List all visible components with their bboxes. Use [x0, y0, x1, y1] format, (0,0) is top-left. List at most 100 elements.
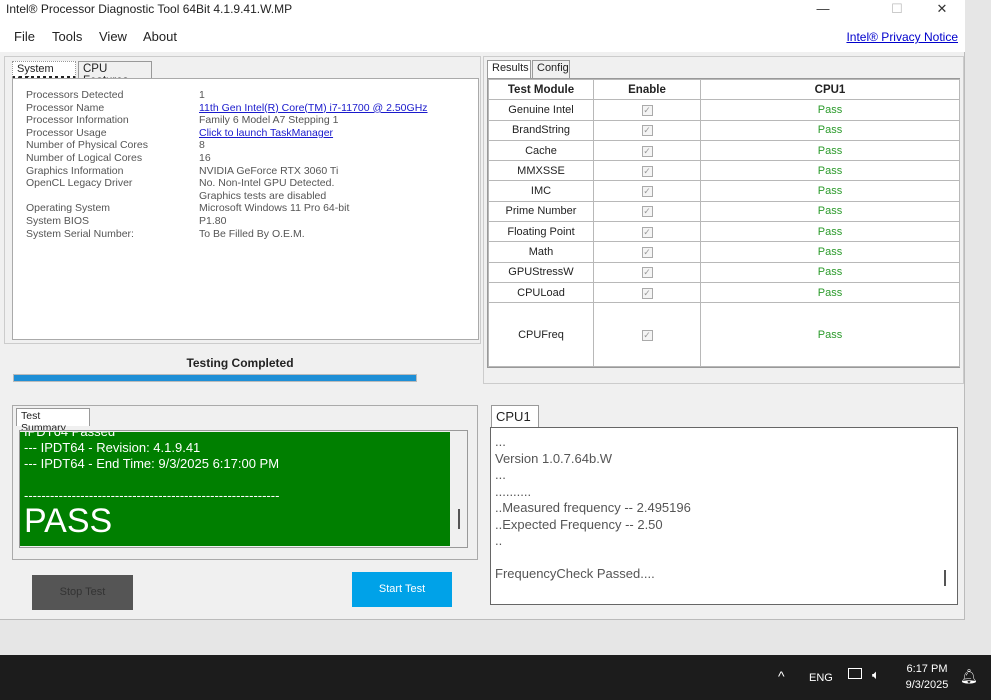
menu-bar: File Tools View About Intel® Privacy Not…: [0, 20, 965, 52]
menu-view[interactable]: View: [99, 29, 127, 44]
speaker-icon[interactable]: 🔈︎: [872, 667, 880, 683]
table-row: IMC ✓ Pass: [488, 180, 960, 202]
enable-checkbox[interactable]: ✓: [641, 206, 653, 218]
progress-bar: [13, 374, 417, 382]
app-window: Intel® Processor Diagnostic Tool 64Bit 4…: [0, 0, 965, 620]
menu-tools[interactable]: Tools: [52, 29, 82, 44]
enable-checkbox[interactable]: ✓: [641, 125, 653, 137]
enable-checkbox-cell[interactable]: ✓: [593, 139, 701, 162]
info-value: NVIDIA GeForce RTX 3060 Ti: [199, 164, 339, 177]
info-value: Microsoft Windows 11 Pro 64-bit: [199, 202, 350, 215]
tab-system-info[interactable]: System Info: [12, 61, 76, 87]
summary-output: IPDT64 Passed--- IPDT64 - Revision: 4.1.…: [20, 432, 450, 546]
test-module-cell: Floating Point: [488, 221, 594, 243]
info-value: 1: [199, 89, 205, 101]
clock-date[interactable]: 9/3/2025: [902, 679, 952, 691]
info-value: To Be Filled By O.E.M.: [199, 227, 305, 240]
summary-line: --- IPDT64 - End Time: 9/3/2025 6:17:00 …: [24, 456, 280, 471]
network-icon[interactable]: [848, 668, 862, 679]
close-button[interactable]: ✕: [919, 0, 965, 20]
info-label: Graphics Information: [26, 164, 124, 177]
test-module-cell: Genuine Intel: [488, 99, 594, 121]
info-link[interactable]: 11th Gen Intel(R) Core(TM) i7-11700 @ 2.…: [199, 102, 428, 115]
cpu1-log: ... Version 1.0.7.64b.W............. ..Mea…: [490, 427, 958, 605]
info-label: Processor Name: [26, 101, 105, 114]
table-row: GPUStressW ✓ Pass: [488, 261, 960, 283]
enable-checkbox[interactable]: ✓: [641, 186, 653, 198]
cpu1-result-cell: Pass: [700, 221, 960, 243]
cpu1-result-cell: Pass: [700, 261, 960, 283]
start-test-button[interactable]: Start Test: [352, 572, 452, 607]
table-row: Cache ✓ Pass: [488, 139, 960, 162]
info-value: 8: [199, 139, 205, 152]
log-line: ..........: [495, 483, 532, 499]
cpu1-result-cell: Pass: [700, 99, 960, 121]
tab-cpu-features[interactable]: CPU Features: [78, 61, 152, 87]
log-line: ..Expected Frequency -- 2.50: [495, 516, 663, 532]
log-line: Version 1.0.7.64b.W: [495, 450, 613, 466]
cpu1-result-cell: Pass: [700, 281, 960, 304]
test-module-cell: CPUFreq: [488, 302, 594, 368]
column-header-test-module: Test Module: [488, 78, 594, 101]
test-module-cell: GPUStressW: [488, 261, 594, 283]
menu-about[interactable]: About: [143, 29, 177, 44]
enable-checkbox-cell[interactable]: ✓: [593, 160, 701, 182]
enable-checkbox[interactable]: ✓: [641, 267, 653, 279]
table-row: Floating Point ✓ Pass: [488, 221, 960, 243]
tab-test-summary[interactable]: Test Summary: [16, 408, 90, 434]
enable-checkbox[interactable]: ✓: [641, 104, 653, 116]
test-module-cell: Math: [488, 241, 594, 263]
privacy-notice-link[interactable]: Intel® Privacy Notice: [846, 30, 958, 44]
enable-checkbox[interactable]: ✓: [641, 287, 653, 299]
enable-checkbox-cell[interactable]: ✓: [593, 119, 701, 141]
enable-checkbox-cell[interactable]: ✓: [593, 241, 701, 263]
cpu1-result-cell: Pass: [700, 241, 960, 263]
test-module-cell: IMC: [488, 180, 594, 202]
menu-file[interactable]: File: [14, 29, 35, 44]
info-label: System BIOS: [26, 215, 90, 227]
cpu1-result-cell: Pass: [700, 160, 960, 182]
info-label: OpenCL Legacy Driver: [26, 177, 133, 190]
summary-line: --- IPDT64 - Revision: 4.1.9.41: [24, 440, 201, 455]
enable-checkbox[interactable]: ✓: [641, 247, 653, 259]
enable-checkbox-cell[interactable]: ✓: [593, 99, 701, 121]
tab-cpu1[interactable]: CPU1: [491, 405, 539, 427]
info-value: P1.80: [199, 215, 227, 227]
enable-checkbox-cell[interactable]: ✓: [593, 261, 701, 283]
test-module-cell: Cache: [488, 139, 594, 162]
clock-time[interactable]: 6:17 PM: [904, 663, 950, 675]
result-pass: PASS: [24, 502, 113, 540]
results-grid: Test Module Enable CPU1 Genuine Intel ✓ Pa…: [487, 78, 960, 368]
enable-checkbox[interactable]: ✓: [641, 329, 653, 341]
enable-checkbox-cell[interactable]: ✓: [593, 180, 701, 202]
info-label: Number of Logical Cores: [26, 152, 143, 164]
cpu1-result-cell: Pass: [700, 180, 960, 202]
enable-checkbox-cell[interactable]: ✓: [593, 200, 701, 223]
log-scrollbar[interactable]: [944, 570, 946, 586]
minimize-button[interactable]: —: [800, 0, 846, 20]
info-label: Number of Physical Cores: [26, 139, 148, 152]
enable-checkbox-cell[interactable]: ✓: [593, 281, 701, 304]
language-indicator[interactable]: ENG: [809, 672, 833, 684]
enable-checkbox-cell[interactable]: ✓: [593, 221, 701, 243]
enable-checkbox[interactable]: ✓: [641, 145, 653, 157]
info-value: Graphics tests are disabled: [199, 189, 327, 202]
maximize-button[interactable]: ☐: [874, 0, 920, 20]
summary-scrollbar[interactable]: [458, 509, 460, 529]
column-header-enable: Enable: [593, 78, 701, 101]
info-label: Processors Detected: [26, 89, 124, 101]
enable-checkbox-cell[interactable]: ✓: [593, 302, 701, 368]
show-hidden-icons-chevron-icon[interactable]: ^: [778, 668, 785, 684]
tab-results[interactable]: Results: [487, 60, 531, 78]
tab-config[interactable]: Config: [532, 60, 570, 78]
test-module-cell: MMXSSE: [488, 160, 594, 182]
notification-bell-icon[interactable]: 🔔︎: [960, 668, 978, 685]
info-link[interactable]: Click to launch TaskManager: [199, 127, 333, 140]
window-title: Intel® Processor Diagnostic Tool 64Bit 4…: [6, 2, 293, 16]
stop-test-button[interactable]: Stop Test: [32, 575, 133, 610]
title-bar: Intel® Processor Diagnostic Tool 64Bit 4…: [0, 0, 965, 20]
enable-checkbox[interactable]: ✓: [641, 226, 653, 238]
enable-checkbox[interactable]: ✓: [641, 165, 653, 177]
progress-fill: [14, 375, 416, 381]
